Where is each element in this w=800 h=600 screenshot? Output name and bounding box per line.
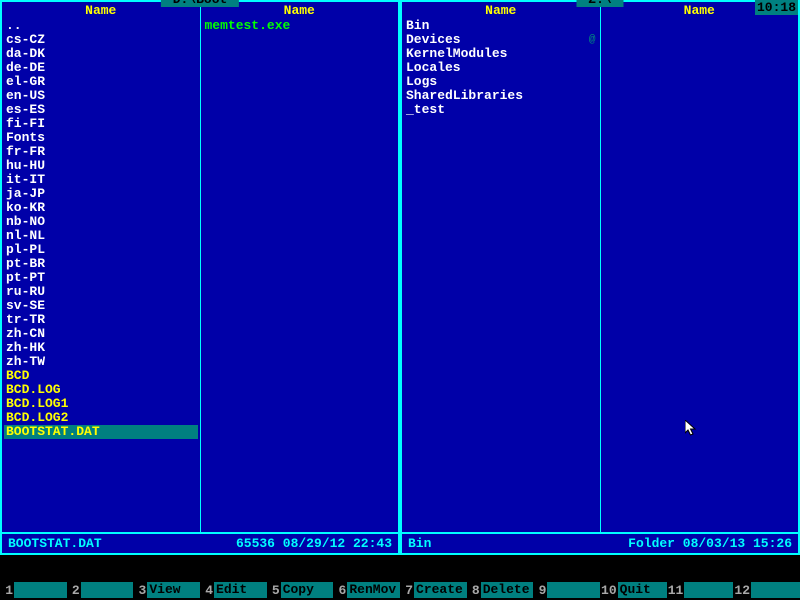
file-entry[interactable]: da-DK	[4, 47, 198, 61]
file-entry[interactable]: _test	[404, 103, 598, 117]
fkey-1[interactable]: 1	[0, 582, 67, 598]
file-entry[interactable]: el-GR	[4, 75, 198, 89]
right-col1-header[interactable]: Name	[402, 2, 600, 19]
fkey-9[interactable]: 9	[533, 582, 600, 598]
clock: 10:18	[755, 0, 798, 15]
file-entry[interactable]: zh-HK	[4, 341, 198, 355]
left-panel-title[interactable]: D:\Boot	[161, 0, 239, 7]
file-entry[interactable]: pt-BR	[4, 257, 198, 271]
fkey-number: 2	[67, 583, 81, 598]
file-entry[interactable]: ru-RU	[4, 285, 198, 299]
file-entry[interactable]: Logs	[404, 75, 598, 89]
right-panel-title[interactable]: Z:\	[576, 0, 623, 7]
command-line-area[interactable]	[0, 555, 800, 580]
file-entry[interactable]: BOOTSTAT.DAT	[4, 425, 198, 439]
file-entry[interactable]: Bin	[404, 19, 598, 33]
fkey-7[interactable]: 7Create	[400, 582, 467, 598]
right-statusbar: Bin Folder 08/03/13 15:26	[402, 532, 798, 553]
fkey-label: Create	[414, 582, 467, 598]
fkey-3[interactable]: 3View	[133, 582, 200, 598]
file-entry[interactable]: de-DE	[4, 61, 198, 75]
left-status-info: 65536 08/29/12 22:43	[236, 536, 394, 551]
fkey-label	[751, 582, 800, 598]
left-statusbar: BOOTSTAT.DAT 65536 08/29/12 22:43	[2, 532, 398, 553]
fkey-label	[547, 582, 600, 598]
file-entry[interactable]: Locales	[404, 61, 598, 75]
right-panel: Z:\ Name BinDevices@KernelModulesLocales…	[400, 0, 800, 555]
file-entry[interactable]: zh-CN	[4, 327, 198, 341]
fkey-5[interactable]: 5Copy	[267, 582, 334, 598]
fkey-10[interactable]: 10Quit	[600, 582, 667, 598]
fkey-label: Edit	[214, 582, 267, 598]
fkey-number: 6	[333, 583, 347, 598]
file-entry[interactable]: BCD.LOG2	[4, 411, 198, 425]
link-marker-icon: @	[589, 33, 596, 47]
left-col2: Name memtest.exe	[201, 2, 399, 532]
file-entry[interactable]: nb-NO	[4, 215, 198, 229]
fkey-12[interactable]: 12	[733, 582, 800, 598]
file-entry[interactable]: ja-JP	[4, 187, 198, 201]
fkey-label: View	[147, 582, 200, 598]
file-entry[interactable]: memtest.exe	[203, 19, 397, 33]
fkey-number: 3	[133, 583, 147, 598]
function-key-bar: 123View4Edit5Copy6RenMov7Create8Delete91…	[0, 580, 800, 600]
file-entry[interactable]: fi-FI	[4, 117, 198, 131]
right-status-name: Bin	[406, 536, 628, 551]
right-col1: Name BinDevices@KernelModulesLocalesLogs…	[402, 2, 601, 532]
fkey-11[interactable]: 11	[667, 582, 734, 598]
file-entry[interactable]: fr-FR	[4, 145, 198, 159]
file-entry[interactable]: BCD.LOG1	[4, 397, 198, 411]
file-entry[interactable]: SharedLibraries	[404, 89, 598, 103]
fkey-number: 4	[200, 583, 214, 598]
fkey-number: 5	[267, 583, 281, 598]
file-entry[interactable]: sv-SE	[4, 299, 198, 313]
fkey-label: Copy	[281, 582, 334, 598]
file-entry[interactable]: zh-TW	[4, 355, 198, 369]
file-entry[interactable]: es-ES	[4, 103, 198, 117]
fkey-label	[684, 582, 733, 598]
fkey-8[interactable]: 8Delete	[467, 582, 534, 598]
fkey-number: 9	[533, 583, 547, 598]
fkey-number: 10	[600, 583, 618, 598]
fkey-label: RenMov	[347, 582, 400, 598]
file-entry[interactable]: ..	[4, 19, 198, 33]
dual-panel-container: D:\Boot Name ..cs-CZda-DKde-DEel-GRen-US…	[0, 0, 800, 555]
file-entry[interactable]: pl-PL	[4, 243, 198, 257]
file-entry[interactable]: cs-CZ	[4, 33, 198, 47]
file-entry[interactable]: BCD	[4, 369, 198, 383]
file-entry[interactable]: nl-NL	[4, 229, 198, 243]
file-entry[interactable]: KernelModules	[404, 47, 598, 61]
left-col1: Name ..cs-CZda-DKde-DEel-GRen-USes-ESfi-…	[2, 2, 201, 532]
file-entry[interactable]: Devices@	[404, 33, 598, 47]
fkey-number: 11	[667, 583, 685, 598]
fkey-4[interactable]: 4Edit	[200, 582, 267, 598]
fkey-number: 8	[467, 583, 481, 598]
fkey-label	[14, 582, 67, 598]
fkey-label: Delete	[481, 582, 534, 598]
fkey-2[interactable]: 2	[67, 582, 134, 598]
file-entry[interactable]: BCD.LOG	[4, 383, 198, 397]
file-entry[interactable]: ko-KR	[4, 201, 198, 215]
fkey-number: 7	[400, 583, 414, 598]
left-status-name: BOOTSTAT.DAT	[6, 536, 236, 551]
file-entry[interactable]: pt-PT	[4, 271, 198, 285]
file-entry[interactable]: en-US	[4, 89, 198, 103]
left-panel: D:\Boot Name ..cs-CZda-DKde-DEel-GRen-US…	[0, 0, 400, 555]
file-entry[interactable]: it-IT	[4, 173, 198, 187]
fkey-number: 1	[0, 583, 14, 598]
fkey-number: 12	[733, 583, 751, 598]
right-status-info: Folder 08/03/13 15:26	[628, 536, 794, 551]
fkey-label	[81, 582, 134, 598]
fkey-6[interactable]: 6RenMov	[333, 582, 400, 598]
file-entry[interactable]: tr-TR	[4, 313, 198, 327]
file-entry[interactable]: Fonts	[4, 131, 198, 145]
fkey-label: Quit	[618, 582, 667, 598]
file-entry[interactable]: hu-HU	[4, 159, 198, 173]
right-col2: Name	[601, 2, 799, 532]
